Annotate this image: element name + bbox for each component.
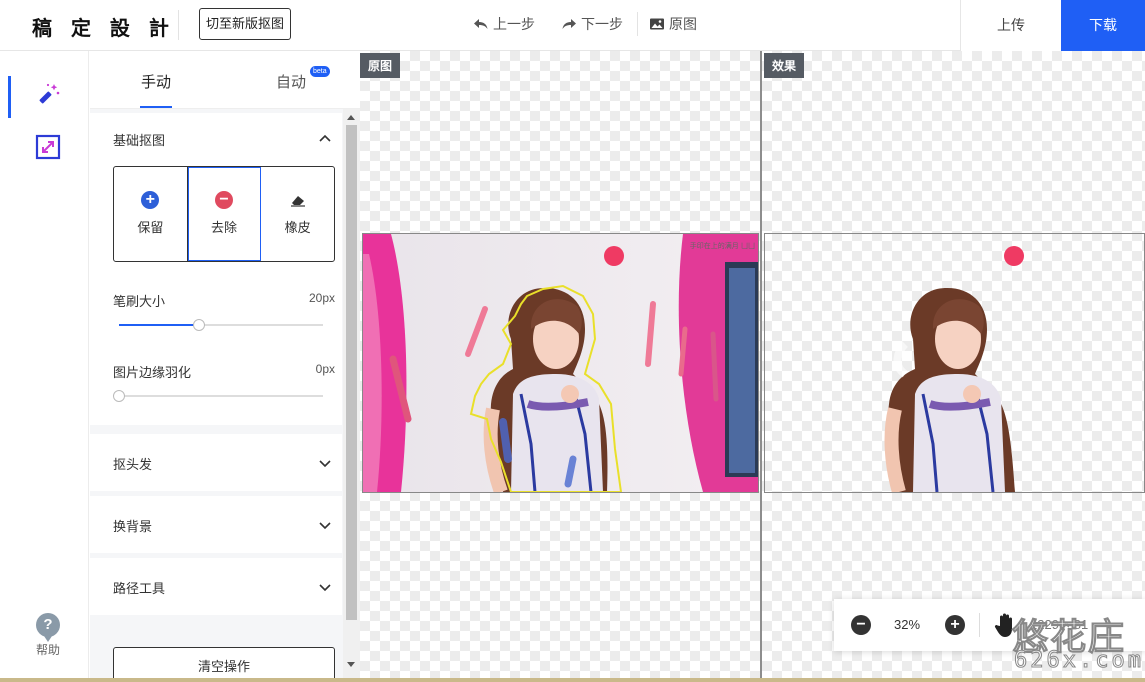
zoom-separator (979, 613, 980, 637)
switch-new-version-button[interactable]: 切至新版抠图 (199, 8, 291, 40)
minus-circle-icon: − (215, 191, 233, 209)
mode-tabs: 手动 自动 beta (90, 51, 360, 109)
remove-brush-button[interactable]: − 去除 (187, 167, 262, 261)
feather-value: 0px (315, 362, 335, 376)
change-background-title: 换背景 (113, 519, 153, 534)
beta-badge: beta (310, 66, 330, 77)
app-logo: 稿 定 設 計 (32, 16, 175, 40)
help-icon: ? (36, 613, 60, 642)
zoom-level: 32% (894, 617, 921, 632)
header-separator (637, 12, 638, 36)
panel-scrollbar[interactable] (343, 109, 360, 678)
result-photo-image (884, 246, 1024, 494)
chevron-down-icon (319, 584, 331, 592)
eraser-brush-button[interactable]: 橡皮 (261, 167, 334, 261)
zoom-out-button[interactable]: − (851, 615, 871, 635)
photo-caption: 手印在上的满月 凵凵 (690, 241, 755, 250)
eraser-brush-label: 橡皮 (284, 220, 311, 235)
zoom-in-button[interactable]: + (945, 615, 965, 635)
brush-size-value: 20px (308, 291, 335, 305)
eraser-icon (290, 196, 305, 207)
header-divider (178, 10, 179, 40)
original-photo-image: 手印在上的满月 凵凵 (363, 234, 758, 495)
brush-mode-group: + 保留 − 去除 橡皮 (113, 166, 335, 262)
change-background-section[interactable]: 换背景 (90, 496, 342, 553)
feather-slider[interactable] (113, 390, 323, 402)
plus-circle-icon: + (141, 191, 160, 209)
brush-size-slider-fill (119, 324, 199, 326)
active-tab-underline (140, 106, 172, 108)
top-toolbar: 稿 定 設 計 切至新版抠图 上一步 下一步 原图 上传 下载 (0, 0, 1145, 51)
feather-row: 图片边缘羽化 0px (113, 362, 335, 381)
path-tools-section[interactable]: 路径工具 (90, 558, 342, 615)
original-image-button[interactable]: 原图 (649, 14, 697, 34)
clear-operations-button[interactable]: 清空操作 (113, 647, 335, 678)
keep-brush-button[interactable]: + 保留 (114, 167, 188, 261)
original-canvas-tag: 原图 (360, 53, 401, 78)
hair-cutout-title: 抠头发 (113, 457, 153, 472)
redo-label: 下一步 (581, 16, 623, 32)
image-icon (650, 18, 664, 30)
rail-item-cutout[interactable] (35, 81, 61, 107)
original-photo[interactable]: 手印在上的满月 凵凵 (362, 233, 759, 495)
feather-label: 图片边缘羽化 (113, 365, 192, 380)
upload-button[interactable]: 上传 (960, 0, 1061, 51)
undo-button[interactable]: 上一步 (473, 14, 535, 34)
original-canvas[interactable]: 原图 手印在上的满月 凵凵 (360, 51, 760, 678)
brush-size-row: 笔刷大小 20px (113, 291, 335, 310)
basic-cutout-title: 基础抠图 (113, 133, 166, 148)
help-button[interactable]: ? 帮助 (30, 613, 66, 658)
tab-auto[interactable]: 自动 (276, 71, 306, 92)
result-canvas-tag: 效果 (764, 53, 805, 78)
scrollbar-thumb[interactable] (346, 125, 357, 620)
chevron-up-icon[interactable] (318, 131, 332, 145)
remove-brush-label: 去除 (211, 220, 238, 235)
chevron-down-icon (319, 460, 331, 468)
result-photo[interactable] (764, 233, 1145, 494)
brush-size-label: 笔刷大小 (113, 294, 166, 309)
site-watermark-url: 626x.com (1014, 648, 1144, 674)
path-tools-title: 路径工具 (113, 581, 166, 596)
scroll-down-arrow-icon[interactable] (347, 662, 355, 667)
app-window: 稿 定 設 計 切至新版抠图 上一步 下一步 原图 上传 下载 ? 帮助 手动 … (0, 0, 1145, 678)
hair-cutout-section[interactable]: 抠头发 (90, 434, 342, 491)
scroll-up-arrow-icon[interactable] (347, 115, 355, 120)
rail-active-indicator (8, 76, 11, 118)
download-button[interactable]: 下载 (1061, 0, 1145, 51)
basic-cutout-section: 基础抠图 + 保留 − 去除 橡皮 笔刷大小 20px 图片边缘羽化 0px (90, 113, 342, 425)
rail-item-resize[interactable] (35, 134, 61, 160)
feather-slider-handle[interactable] (113, 390, 125, 402)
original-image-label: 原图 (669, 16, 697, 32)
tool-panel: 手动 自动 beta 基础抠图 + 保留 − 去除 橡皮 笔刷大小 20px 图… (90, 51, 360, 678)
left-rail: ? 帮助 (0, 51, 89, 678)
redo-icon (562, 19, 576, 29)
tab-manual[interactable]: 手动 (141, 71, 171, 92)
chevron-down-icon (319, 522, 331, 530)
keep-brush-label: 保留 (137, 220, 164, 235)
result-canvas[interactable]: 效果 (762, 51, 1145, 678)
resize-icon (35, 134, 61, 160)
help-label: 帮助 (35, 643, 60, 657)
redo-button[interactable]: 下一步 (561, 14, 623, 34)
magic-wand-icon (39, 83, 60, 104)
brush-size-slider-handle[interactable] (192, 319, 205, 331)
undo-icon (474, 19, 488, 29)
undo-label: 上一步 (493, 16, 535, 32)
brush-size-slider[interactable] (119, 319, 323, 331)
